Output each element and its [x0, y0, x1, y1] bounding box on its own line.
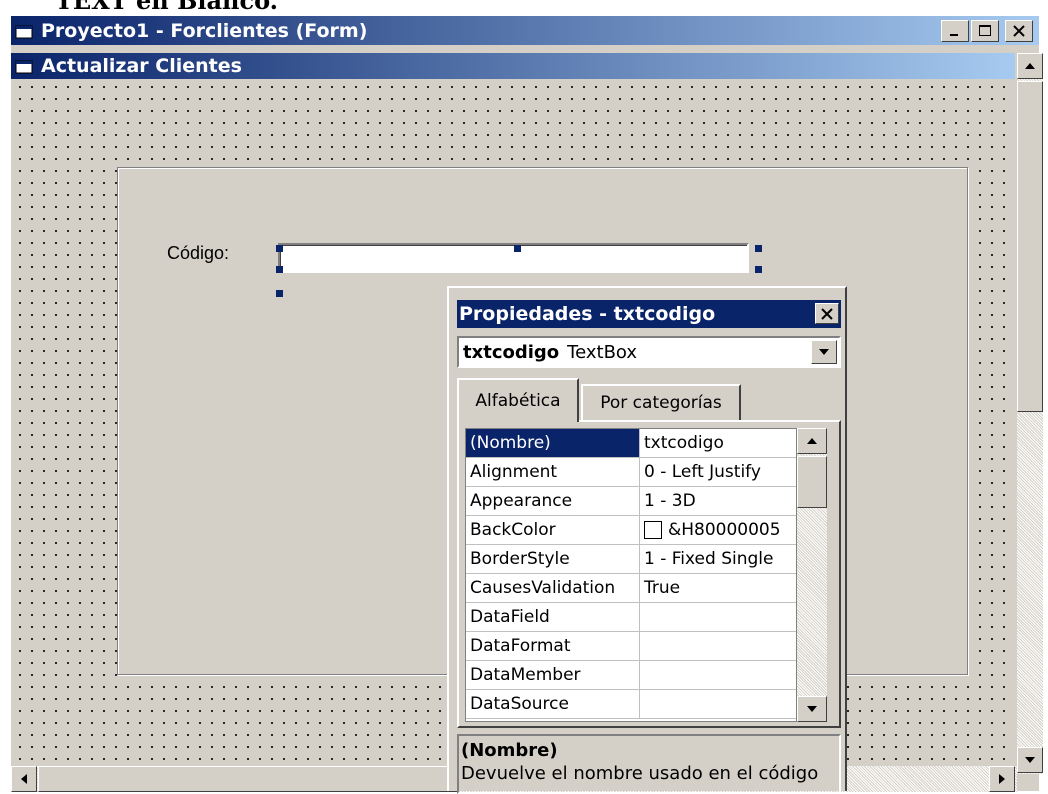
arrow-up-icon — [807, 438, 817, 444]
maximize-button[interactable] — [971, 20, 999, 42]
property-name: BorderStyle — [466, 545, 640, 573]
properties-grid: (Nombre) txtcodigo Alignment 0 - Left Ju… — [465, 428, 797, 722]
properties-scroll-up-button[interactable] — [797, 428, 827, 454]
codigo-label: Código: — [167, 243, 230, 263]
cropped-caption: TEXT en Blanco. — [55, 0, 279, 15]
arrow-down-icon — [807, 706, 817, 712]
minimize-icon — [950, 34, 958, 36]
description-text: Devuelve el nombre usado en el código — [461, 763, 819, 784]
properties-close-button[interactable] — [815, 303, 839, 324]
close-icon — [1013, 25, 1025, 37]
object-selector-combo[interactable]: txtcodigo TextBox — [457, 336, 841, 368]
scroll-left-button[interactable] — [11, 766, 37, 792]
backcolor-value: &H80000005 — [668, 520, 781, 540]
window-controls — [941, 20, 1033, 42]
property-value[interactable]: 0 - Left Justify — [640, 458, 796, 486]
color-swatch-icon — [644, 521, 662, 539]
tab-alfabetica[interactable]: Alfabética — [457, 378, 579, 422]
property-name: DataMember — [466, 661, 640, 689]
close-icon — [821, 307, 833, 320]
property-value[interactable] — [640, 661, 796, 689]
window-title: Proyecto1 - Forclientes (Form) — [41, 19, 368, 42]
properties-title: Propiedades - txtcodigo — [459, 303, 716, 325]
property-name: (Nombre) — [466, 429, 640, 457]
property-description-panel: (Nombre) Devuelve el nombre usado en el … — [457, 734, 841, 794]
properties-scroll-down-button[interactable] — [797, 696, 827, 722]
property-value[interactable]: 1 - 3D — [640, 487, 796, 515]
property-name: BackColor — [466, 516, 640, 544]
window-titlebar[interactable]: Proyecto1 - Forclientes (Form) — [11, 16, 1039, 45]
arrow-left-icon — [21, 774, 27, 784]
scroll-down-button[interactable] — [1017, 747, 1043, 773]
properties-window: Propiedades - txtcodigo txtcodigo TextBo… — [447, 286, 847, 794]
property-value[interactable]: 1 - Fixed Single — [640, 545, 796, 573]
property-value[interactable] — [640, 603, 796, 631]
selection-handle-middle-left[interactable] — [276, 266, 283, 273]
property-row[interactable]: Alignment 0 - Left Justify — [466, 458, 796, 487]
chevron-down-icon — [819, 349, 829, 355]
object-selector-dropdown-button[interactable] — [811, 340, 837, 364]
property-value[interactable] — [640, 690, 796, 718]
object-name: txtcodigo — [463, 341, 560, 363]
property-row[interactable]: BackColor &H80000005 — [466, 516, 796, 545]
arrow-up-icon — [1025, 63, 1035, 69]
minimize-button[interactable] — [941, 20, 969, 42]
selection-handle-top-left[interactable] — [276, 245, 283, 252]
close-button[interactable] — [1005, 20, 1033, 42]
property-value[interactable]: txtcodigo — [640, 429, 796, 457]
selection-handle-middle-right[interactable] — [755, 266, 762, 273]
scroll-up-button[interactable] — [1017, 53, 1043, 79]
property-name: Appearance — [466, 487, 640, 515]
property-name: Alignment — [466, 458, 640, 486]
selection-handle-bottom-left[interactable] — [276, 290, 283, 297]
property-value[interactable]: &H80000005 — [640, 516, 796, 544]
property-row[interactable]: DataField — [466, 603, 796, 632]
property-row[interactable]: Appearance 1 - 3D — [466, 487, 796, 516]
arrow-down-icon — [1025, 757, 1035, 763]
property-row[interactable]: BorderStyle 1 - Fixed Single — [466, 545, 796, 574]
property-row[interactable]: DataMember — [466, 661, 796, 690]
property-value[interactable]: True — [640, 574, 796, 602]
horizontal-scroll-thumb[interactable] — [38, 766, 458, 792]
form-caption-bar: Actualizar Clientes — [11, 53, 1015, 79]
vertical-scroll-thumb[interactable] — [1017, 81, 1043, 412]
property-row[interactable]: (Nombre) txtcodigo — [466, 429, 796, 458]
property-name: CausesValidation — [466, 574, 640, 602]
form-caption: Actualizar Clientes — [41, 55, 242, 77]
property-name: DataSource — [466, 690, 640, 718]
property-row[interactable]: DataSource — [466, 690, 796, 719]
vertical-scrollbar[interactable] — [1017, 53, 1043, 774]
property-row[interactable]: CausesValidation True — [466, 574, 796, 603]
selection-handle-top-center[interactable] — [514, 245, 521, 252]
properties-scroll-thumb[interactable] — [797, 456, 827, 508]
properties-titlebar[interactable]: Propiedades - txtcodigo — [457, 300, 841, 328]
form-icon — [15, 23, 35, 39]
arrow-right-icon — [999, 774, 1005, 784]
property-name: DataField — [466, 603, 640, 631]
tab-por-categorias[interactable]: Por categorías — [581, 384, 741, 420]
scroll-right-button[interactable] — [989, 766, 1015, 792]
property-value[interactable] — [640, 632, 796, 660]
selection-handle-top-right[interactable] — [755, 245, 762, 252]
property-name: DataFormat — [466, 632, 640, 660]
object-type: TextBox — [567, 341, 638, 363]
description-title: (Nombre) — [461, 740, 558, 761]
maximize-icon — [979, 25, 991, 36]
properties-scrollbar[interactable] — [797, 428, 827, 722]
form-caption-icon — [15, 58, 35, 74]
property-row[interactable]: DataFormat — [466, 632, 796, 661]
